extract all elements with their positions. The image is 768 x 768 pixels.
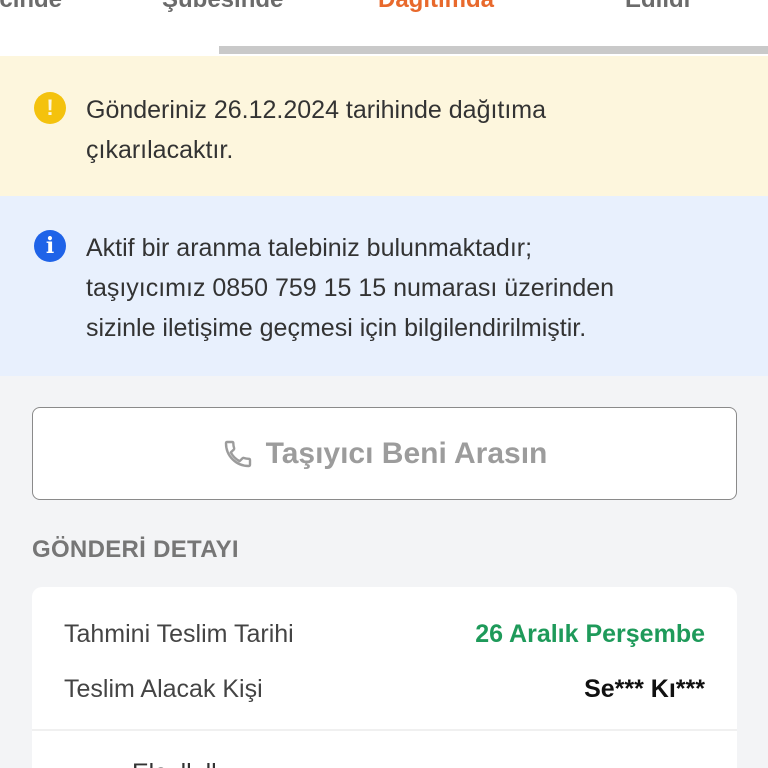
shipment-status-tabs: ecinde Şubesinde Dağıtımda Edildi [0,0,768,56]
status-progress-fill [0,46,219,54]
detail-row-estimated-delivery: Tahmini Teslim Tarihi 26 Aralık Perşembe [64,620,705,649]
recipient-name: Se*** Kı*** [584,675,705,703]
delivery-date-notice: ! Gönderiniz 26.12.2024 tarihinde dağıtı… [0,56,768,196]
callback-request-notice-text: Aktif bir aranma talebiniz bulunmaktadır… [86,228,614,348]
info-icon: i [34,230,66,262]
detail-row-partial: Elç..ll..ll.. [132,759,231,768]
notice-line: sizinle iletişime geçmesi için bilgilend… [86,314,587,342]
notice-line: Aktif bir aranma talebiniz bulunmaktadır… [86,234,533,262]
notice-line: taşıyıcımız 0850 759 15 15 numarası üzer… [86,274,615,302]
detail-label: Tahmini Teslim Tarihi [64,620,294,648]
notice-line: çıkarılacaktır. [86,136,234,164]
shipment-details-card: Tahmini Teslim Tarihi 26 Aralık Perşembe… [32,587,737,768]
request-carrier-call-label: Taşıyıcı Beni Arasın [265,436,548,470]
shipment-details-title: GÖNDERİ DETAYI [32,536,239,563]
card-divider [32,729,737,731]
estimated-delivery-date: 26 Aralık Perşembe [475,620,705,648]
status-tab-delivered[interactable]: Edildi [625,0,690,14]
notice-line: Gönderiniz 26.12.2024 tarihinde dağıtıma [86,96,547,124]
detail-row-recipient: Teslim Alacak Kişi Se*** Kı*** [64,675,705,704]
phone-icon [224,440,251,467]
exclamation-icon: ! [34,92,66,124]
status-tab-at-branch[interactable]: Şubesinde [162,0,283,14]
status-tab-out-for-delivery[interactable]: Dağıtımda [378,0,494,14]
detail-label: Teslim Alacak Kişi [64,675,263,703]
delivery-date-notice-text: Gönderiniz 26.12.2024 tarihinde dağıtıma… [86,90,546,170]
request-carrier-call-button[interactable]: Taşıyıcı Beni Arasın [32,407,737,500]
shipment-tracking-screen: ecinde Şubesinde Dağıtımda Edildi ! Gönd… [0,0,768,768]
callback-request-notice: i Aktif bir aranma talebiniz bulunmaktad… [0,196,768,376]
status-tab-in-transit[interactable]: ecinde [0,0,62,14]
